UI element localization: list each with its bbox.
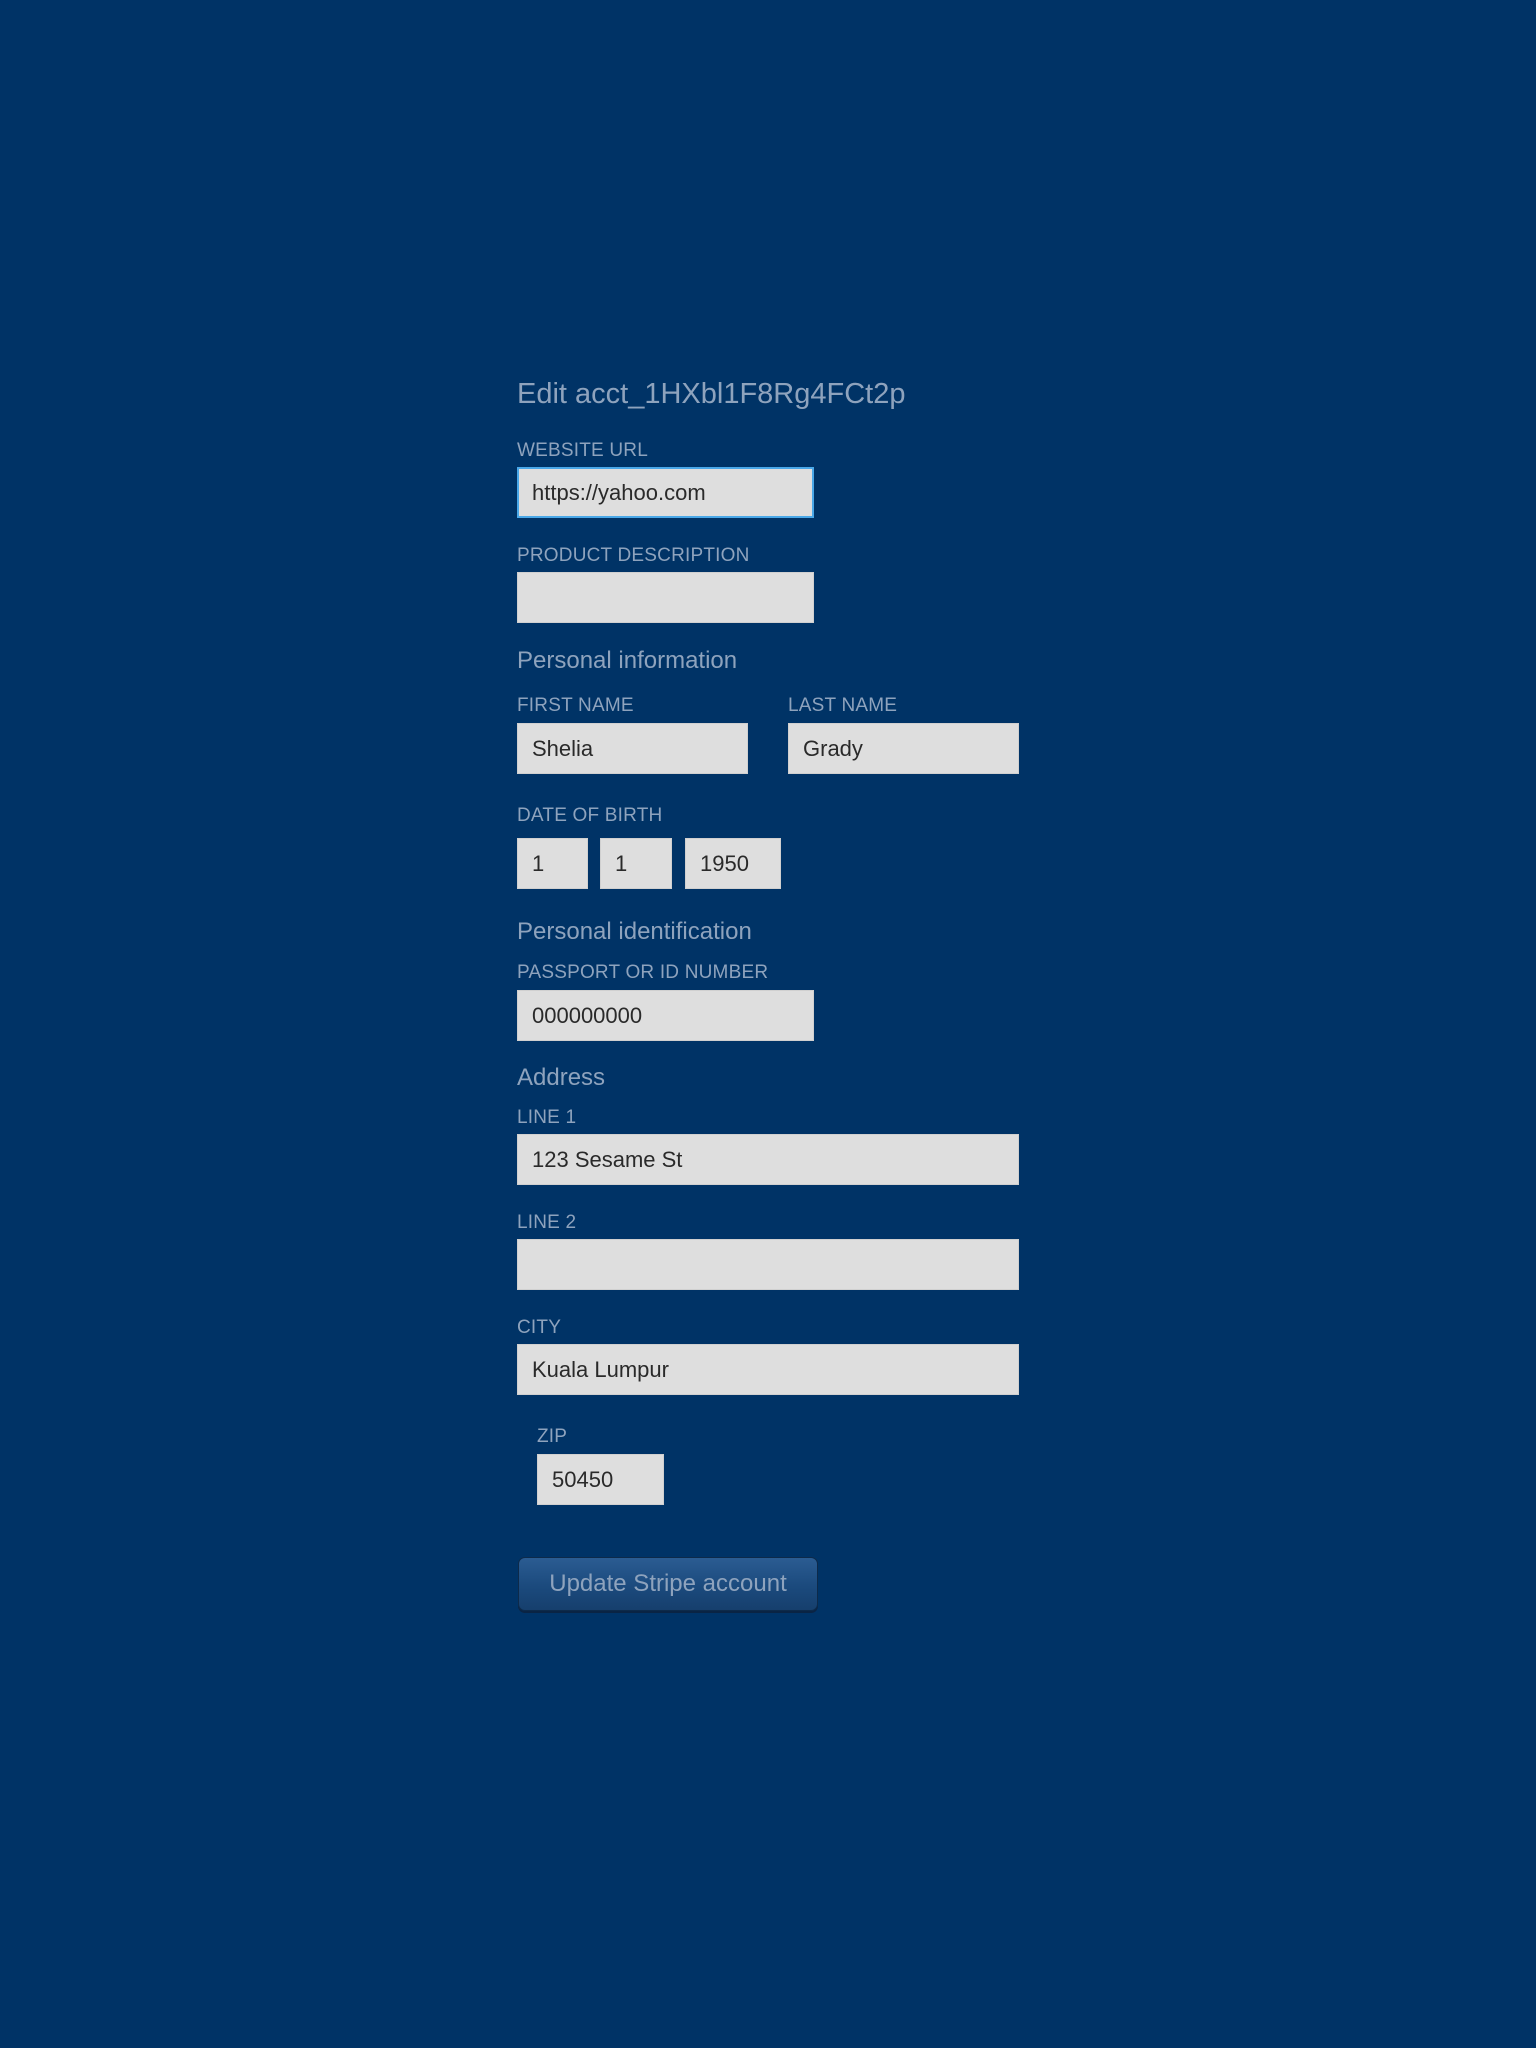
- address-heading: Address: [517, 1064, 606, 1091]
- dob-month-input[interactable]: [600, 838, 672, 889]
- last-name-label: LAST NAME: [788, 695, 898, 716]
- last-name-input[interactable]: [788, 723, 1019, 774]
- address-line2-input[interactable]: [517, 1239, 1019, 1290]
- id-number-label: PASSPORT OR ID NUMBER: [517, 962, 769, 983]
- address-line1-label: LINE 1: [517, 1107, 577, 1128]
- zip-input[interactable]: [537, 1454, 664, 1505]
- id-number-input[interactable]: [517, 990, 814, 1041]
- dob-day-input[interactable]: [517, 838, 588, 889]
- page-title: Edit acct_1HXbl1F8Rg4FCt2p: [517, 378, 906, 410]
- website-url-input[interactable]: [517, 467, 814, 518]
- dob-year-input[interactable]: [685, 838, 781, 889]
- address-line1-input[interactable]: [517, 1134, 1019, 1185]
- city-input[interactable]: [517, 1344, 1019, 1395]
- first-name-input[interactable]: [517, 723, 748, 774]
- personal-information-heading: Personal information: [517, 647, 738, 674]
- update-stripe-account-button[interactable]: Update Stripe account: [518, 1557, 818, 1611]
- city-label: CITY: [517, 1317, 562, 1338]
- address-line2-label: LINE 2: [517, 1212, 577, 1233]
- zip-label: ZIP: [537, 1426, 568, 1447]
- date-of-birth-label: DATE OF BIRTH: [517, 805, 663, 826]
- personal-identification-heading: Personal identification: [517, 918, 752, 945]
- first-name-label: FIRST NAME: [517, 695, 634, 716]
- product-description-input[interactable]: [517, 572, 814, 623]
- website-url-label: WEBSITE URL: [517, 440, 648, 461]
- product-description-label: PRODUCT DESCRIPTION: [517, 545, 750, 566]
